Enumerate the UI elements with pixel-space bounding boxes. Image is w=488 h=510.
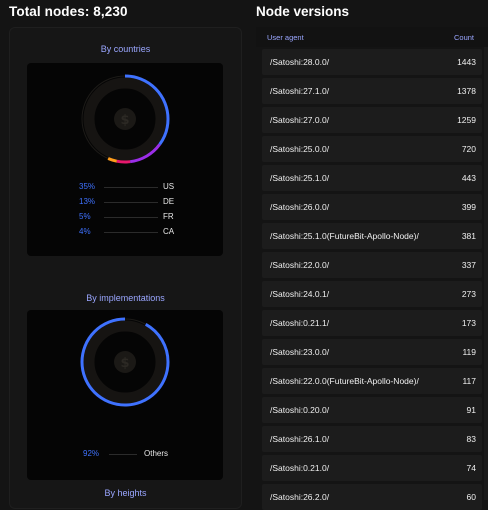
legend-divider [104, 202, 158, 203]
user-agent-cell: /Satoshi:24.0.1/ [270, 289, 330, 299]
legend-row-others: 92% Others [27, 448, 223, 460]
table-row[interactable]: /Satoshi:24.0.1/273 [262, 281, 482, 307]
user-agent-cell: /Satoshi:22.0.0(FutureBit-Apollo-Node)/ [270, 376, 419, 386]
legend-pct: 35% [79, 182, 96, 191]
table-row[interactable]: /Satoshi:25.1.0/443 [262, 165, 482, 191]
implementations-card: $ 92% Others [27, 310, 223, 480]
dollar-logo-icon: $ [114, 108, 136, 130]
user-agent-cell: /Satoshi:25.1.0/ [270, 173, 330, 183]
legend-row-ca: 4% CA [27, 226, 223, 238]
table-row[interactable]: /Satoshi:26.0.0/399 [262, 194, 482, 220]
by-heights-title: By heights [104, 488, 147, 498]
user-agent-cell: /Satoshi:26.2.0/ [270, 492, 330, 502]
count-cell: 173 [461, 318, 476, 328]
total-nodes-title: Total nodes: 8,230 [9, 4, 128, 19]
count-cell: 83 [466, 434, 476, 444]
count-cell: 1259 [457, 115, 476, 125]
table-row[interactable]: /Satoshi:23.0.0/119 [262, 339, 482, 365]
node-versions-title: Node versions [256, 4, 350, 19]
user-agent-cell: /Satoshi:26.0.0/ [270, 202, 330, 212]
legend-divider [104, 217, 158, 218]
table-row[interactable]: /Satoshi:27.1.0/1378 [262, 78, 482, 104]
countries-donut: $ [80, 74, 170, 164]
user-agent-cell: /Satoshi:25.0.0/ [270, 144, 330, 154]
svg-text:$: $ [120, 356, 129, 371]
countries-card: $ 35% US 13% DE 5% FR 4% CA [27, 63, 223, 256]
count-cell: 337 [461, 260, 476, 270]
legend-label: Others [144, 449, 169, 458]
count-cell: 117 [462, 376, 476, 386]
table-row[interactable]: /Satoshi:0.21.1/173 [262, 310, 482, 336]
count-cell: 74 [466, 463, 476, 473]
table-row[interactable]: /Satoshi:25.1.0(FutureBit-Apollo-Node)/ 3… [262, 223, 482, 249]
legend-pct: 13% [79, 197, 96, 206]
user-agent-cell: /Satoshi:26.1.0/ [270, 434, 330, 444]
count-cell: 60 [466, 492, 476, 502]
by-countries-title: By countries [100, 44, 151, 54]
user-agent-cell: /Satoshi:28.0.0/ [270, 57, 330, 67]
count-cell: 1443 [457, 57, 476, 67]
legend-pct: 4% [79, 227, 91, 236]
legend-divider [104, 232, 158, 233]
legend-label: US [163, 182, 175, 191]
legend-divider [109, 454, 137, 455]
legend-pct: 92% [83, 449, 100, 458]
dollar-logo-icon: $ [114, 351, 136, 373]
table-row[interactable]: /Satoshi:22.0.0/337 [262, 252, 482, 278]
count-cell: 443 [461, 173, 476, 183]
table-row[interactable]: /Satoshi:28.0.0/1443 [262, 49, 482, 75]
user-agent-cell: /Satoshi:0.21.1/ [270, 318, 330, 328]
legend-row-us: 35% US [27, 181, 223, 193]
count-cell: 399 [461, 202, 476, 212]
table-row[interactable]: /Satoshi:0.20.0/91 [262, 397, 482, 423]
legend-row-de: 13% DE [27, 196, 223, 208]
user-agent-cell: /Satoshi:27.0.0/ [270, 115, 330, 125]
user-agent-cell: /Satoshi:25.1.0(FutureBit-Apollo-Node)/ [270, 231, 419, 241]
stats-panel: By countries $ 35% US 13% DE 5% FR 4% CA… [9, 27, 242, 509]
user-agent-cell: /Satoshi:22.0.0/ [270, 260, 330, 270]
user-agent-cell: /Satoshi:23.0.0/ [270, 347, 330, 357]
legend-row-fr: 5% FR [27, 211, 223, 223]
by-implementations-title: By implementations [86, 293, 165, 303]
count-cell: 91 [466, 405, 476, 415]
table-row[interactable]: /Satoshi:27.0.0/1259 [262, 107, 482, 133]
count-cell: 1378 [457, 86, 476, 96]
table-row[interactable]: /Satoshi:26.2.0/60 [262, 484, 482, 510]
svg-text:$: $ [120, 113, 129, 128]
legend-label: DE [163, 197, 175, 206]
legend-label: CA [163, 227, 175, 236]
table-row[interactable]: /Satoshi:26.1.0/83 [262, 426, 482, 452]
table-row[interactable]: /Satoshi:22.0.0(FutureBit-Apollo-Node)/ 1… [262, 368, 482, 394]
count-cell: 273 [461, 289, 476, 299]
table-row[interactable]: /Satoshi:25.0.0/720 [262, 136, 482, 162]
user-agent-cell: /Satoshi:27.1.0/ [270, 86, 330, 96]
user-agent-cell: /Satoshi:0.21.0/ [270, 463, 330, 473]
legend-label: FR [163, 212, 174, 221]
column-header-count[interactable]: Count [454, 33, 474, 42]
table-scrollbar[interactable] [484, 47, 488, 500]
legend-pct: 5% [79, 212, 91, 221]
implementations-donut: $ [80, 317, 170, 407]
column-header-user-agent[interactable]: User agent [267, 33, 304, 42]
table-row[interactable]: /Satoshi:0.21.0/74 [262, 455, 482, 481]
user-agent-cell: /Satoshi:0.20.0/ [270, 405, 330, 415]
node-versions-table: User agent Count /Satoshi:28.0.0/1443/Sa… [256, 27, 488, 510]
legend-divider [104, 187, 158, 188]
count-cell: 720 [461, 144, 476, 154]
count-cell: 381 [461, 231, 476, 241]
count-cell: 119 [462, 347, 476, 357]
table-header: User agent Count [256, 27, 488, 47]
